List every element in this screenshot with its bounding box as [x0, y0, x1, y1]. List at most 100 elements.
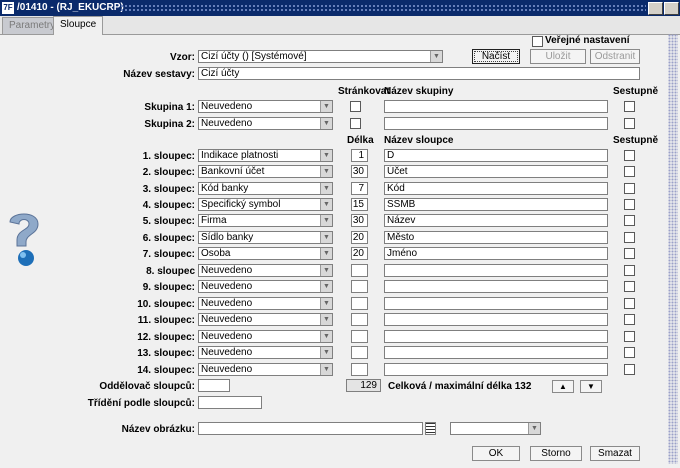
- column-name-input[interactable]: Kód: [384, 182, 608, 195]
- column-select[interactable]: Neuvedeno ▼: [198, 264, 333, 277]
- minimize-button[interactable]: [648, 2, 663, 15]
- column-select[interactable]: Neuvedeno ▼: [198, 313, 333, 326]
- group-2-name-input[interactable]: [384, 117, 608, 130]
- image-name-input[interactable]: [198, 422, 423, 435]
- column-name-input[interactable]: Jméno: [384, 247, 608, 260]
- column-descending-checkbox[interactable]: [624, 232, 635, 243]
- sorting-input[interactable]: [198, 396, 262, 409]
- save-button[interactable]: Uložit: [530, 49, 586, 64]
- column-length-input[interactable]: 7: [351, 182, 368, 195]
- column-select[interactable]: Osoba ▼: [198, 247, 333, 260]
- column-value: Osoba: [201, 248, 231, 259]
- list-icon[interactable]: [425, 422, 436, 435]
- column-descending-checkbox[interactable]: [624, 183, 635, 194]
- tab-sloupce[interactable]: Sloupce: [53, 16, 104, 35]
- vertical-scrollbar[interactable]: [668, 34, 678, 464]
- column-descending-checkbox[interactable]: [624, 248, 635, 259]
- column-select[interactable]: Specifický symbol ▼: [198, 198, 333, 211]
- public-settings-label: Veřejné nastavení: [545, 35, 630, 46]
- remove-button[interactable]: Odstranit: [590, 49, 640, 64]
- column-name-input[interactable]: [384, 297, 608, 310]
- column-length-input[interactable]: 20: [351, 247, 368, 260]
- load-button[interactable]: Načíst: [472, 49, 520, 64]
- column-length-input[interactable]: [351, 297, 368, 310]
- column-select[interactable]: Neuvedeno ▼: [198, 280, 333, 293]
- column-descending-checkbox[interactable]: [624, 331, 635, 342]
- column-name-input[interactable]: SSMB: [384, 198, 608, 211]
- column-descending-checkbox[interactable]: [624, 364, 635, 375]
- column-row: 11. sloupec: Neuvedeno ▼: [0, 313, 680, 329]
- move-up-button[interactable]: ▲: [552, 380, 574, 393]
- ok-button[interactable]: OK: [472, 446, 520, 461]
- column-select[interactable]: Bankovní účet ▼: [198, 165, 333, 178]
- column-length-input[interactable]: 1: [351, 149, 368, 162]
- column-name-input[interactable]: [384, 363, 608, 376]
- vzor-select[interactable]: Cizí účty () [Systémové] ▼: [198, 50, 443, 63]
- column-length-input[interactable]: 15: [351, 198, 368, 211]
- set-name-input[interactable]: Cizí účty: [198, 67, 640, 80]
- column-length-input[interactable]: [351, 280, 368, 293]
- column-select[interactable]: Neuvedeno ▼: [198, 346, 333, 359]
- delete-button[interactable]: Smazat: [590, 446, 640, 461]
- group-2-descending-checkbox[interactable]: [624, 118, 635, 129]
- column-row: 8. sloupec Neuvedeno ▼: [0, 264, 680, 280]
- separator-input[interactable]: [198, 379, 230, 392]
- group-1-page-break-checkbox[interactable]: [350, 101, 361, 112]
- group-2-select[interactable]: Neuvedeno ▼: [198, 117, 333, 130]
- group-1-label: Skupina 1:: [144, 102, 195, 113]
- column-descending-checkbox[interactable]: [624, 215, 635, 226]
- title-bar: 7F /01410 - (RJ_EKUCRP): [0, 0, 680, 16]
- column-name-input[interactable]: [384, 280, 608, 293]
- column-name-input[interactable]: [384, 346, 608, 359]
- column-length-input[interactable]: [351, 313, 368, 326]
- column-name-input[interactable]: [384, 313, 608, 326]
- group-1-value: Neuvedeno: [201, 101, 253, 112]
- group-1-descending-checkbox[interactable]: [624, 101, 635, 112]
- column-descending-checkbox[interactable]: [624, 166, 635, 177]
- column-select[interactable]: Neuvedeno ▼: [198, 330, 333, 343]
- group-1-name-input[interactable]: [384, 100, 608, 113]
- group-2-page-break-checkbox[interactable]: [350, 118, 361, 129]
- column-length-input[interactable]: 30: [351, 165, 368, 178]
- column-length-input[interactable]: 20: [351, 231, 368, 244]
- column-descending-checkbox[interactable]: [624, 265, 635, 276]
- column-row: 4. sloupec: Specifický symbol ▼ 15 SSMB: [0, 198, 680, 214]
- column-value: Firma: [201, 215, 227, 226]
- column-descending-checkbox[interactable]: [624, 314, 635, 325]
- column-length-input[interactable]: [351, 264, 368, 277]
- column-name-input[interactable]: Město: [384, 231, 608, 244]
- column-name-input[interactable]: [384, 330, 608, 343]
- chevron-down-icon: ▼: [320, 248, 332, 259]
- column-select[interactable]: Neuvedeno ▼: [198, 363, 333, 376]
- image-select[interactable]: ▼: [450, 422, 541, 435]
- help-question-icon[interactable]: [4, 208, 44, 268]
- column-name-input[interactable]: Účet: [384, 165, 608, 178]
- public-settings-checkbox[interactable]: [532, 36, 543, 47]
- column-descending-checkbox[interactable]: [624, 347, 635, 358]
- maximize-button[interactable]: [664, 2, 679, 15]
- column-length-input[interactable]: [351, 330, 368, 343]
- column-select[interactable]: Firma ▼: [198, 214, 333, 227]
- column-name-input[interactable]: D: [384, 149, 608, 162]
- column-descending-checkbox[interactable]: [624, 281, 635, 292]
- column-name-input[interactable]: [384, 264, 608, 277]
- column-length-input[interactable]: [351, 346, 368, 359]
- column-name-input[interactable]: Název: [384, 214, 608, 227]
- move-down-button[interactable]: ▼: [580, 380, 602, 393]
- column-descending-checkbox[interactable]: [624, 150, 635, 161]
- column-length-input[interactable]: 30: [351, 214, 368, 227]
- group-1-select[interactable]: Neuvedeno ▼: [198, 100, 333, 113]
- chevron-down-icon: ▼: [320, 215, 332, 226]
- cancel-button[interactable]: Storno: [530, 446, 582, 461]
- column-length-input[interactable]: [351, 363, 368, 376]
- column-descending-checkbox[interactable]: [624, 298, 635, 309]
- column-select[interactable]: Kód banky ▼: [198, 182, 333, 195]
- column-value: Neuvedeno: [201, 347, 253, 358]
- column-label: 12. sloupec:: [137, 332, 195, 343]
- column-descending-checkbox[interactable]: [624, 199, 635, 210]
- column-select[interactable]: Sídlo banky ▼: [198, 231, 333, 244]
- column-value: Neuvedeno: [201, 364, 253, 375]
- column-select[interactable]: Indikace platnosti ▼: [198, 149, 333, 162]
- column-value: Specifický symbol: [201, 199, 281, 210]
- column-select[interactable]: Neuvedeno ▼: [198, 297, 333, 310]
